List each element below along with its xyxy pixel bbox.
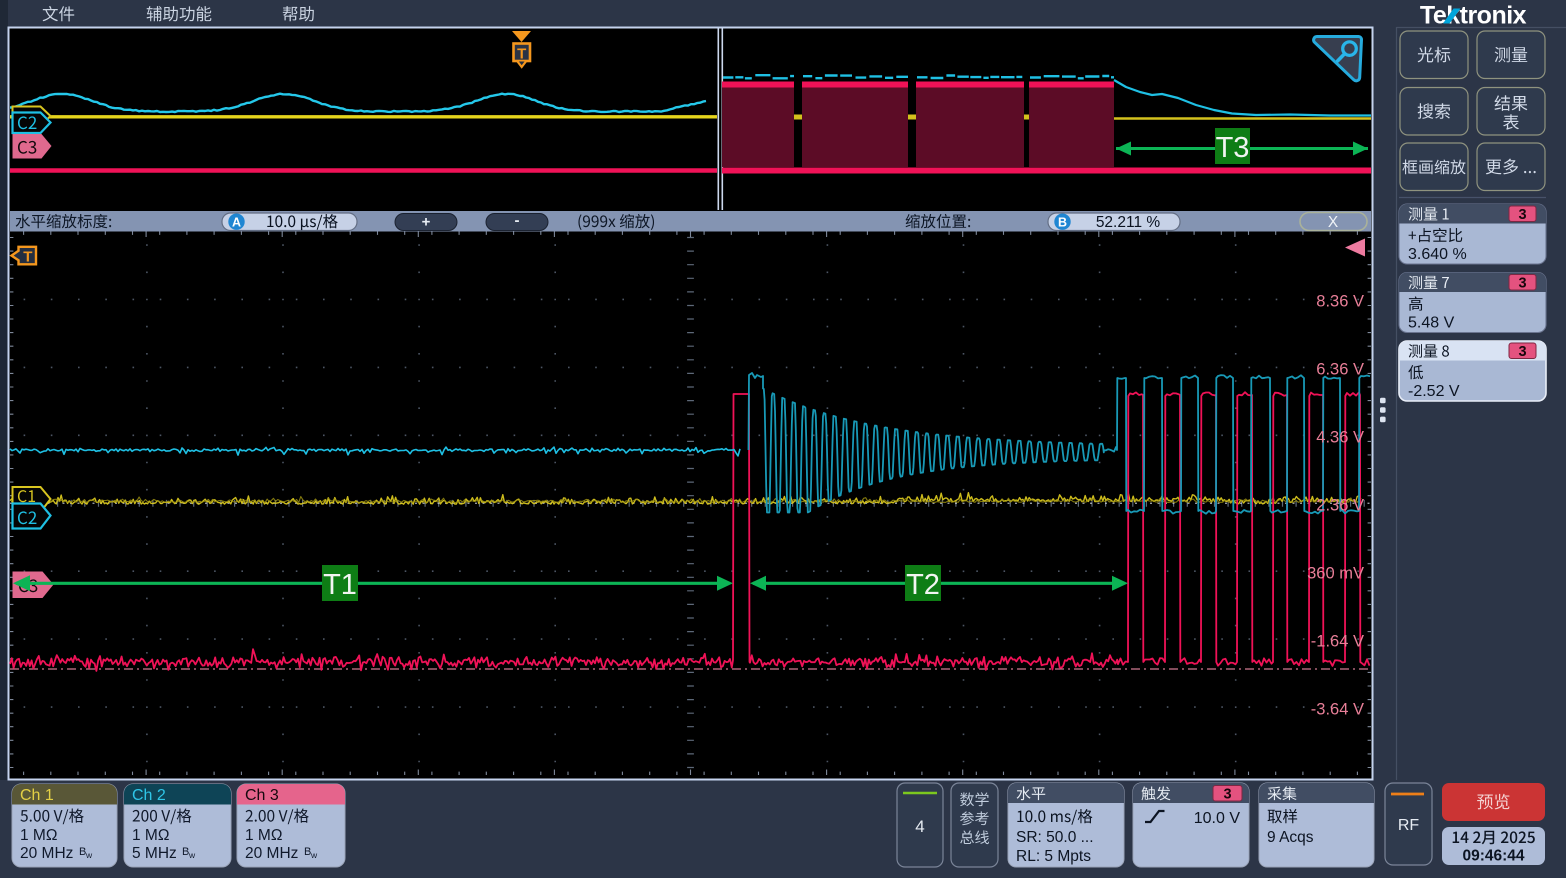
svg-text:-2.52 V: -2.52 V xyxy=(1408,383,1460,400)
svg-text:09:46:44: 09:46:44 xyxy=(1462,848,1524,865)
svg-text:Tektronix: Tektronix xyxy=(1420,2,1527,30)
svg-text:8.36 V: 8.36 V xyxy=(1316,293,1364,311)
svg-text:w: w xyxy=(310,850,318,860)
svg-text:X: X xyxy=(1328,214,1339,231)
svg-text:+: + xyxy=(422,214,431,231)
svg-text:T3: T3 xyxy=(1216,132,1250,164)
svg-text:3: 3 xyxy=(1518,276,1526,292)
svg-text:2.36 V: 2.36 V xyxy=(1316,496,1364,514)
svg-text:A: A xyxy=(232,215,241,229)
svg-text:Ch 1: Ch 1 xyxy=(20,787,54,804)
svg-text:SR: 50.0 ...: SR: 50.0 ... xyxy=(1016,829,1094,846)
svg-text:20 MHz: 20 MHz xyxy=(20,845,73,862)
svg-text:w: w xyxy=(188,850,196,860)
svg-text:Ch 2: Ch 2 xyxy=(132,787,166,804)
svg-text:-3.64 V: -3.64 V xyxy=(1311,700,1364,718)
svg-text:4: 4 xyxy=(915,817,924,836)
svg-text:w: w xyxy=(85,850,93,860)
svg-text:1 MΩ: 1 MΩ xyxy=(20,827,57,844)
svg-text:4.36 V: 4.36 V xyxy=(1316,429,1364,447)
svg-text:5.48 V: 5.48 V xyxy=(1408,315,1455,332)
svg-text:RL: 5 Mpts: RL: 5 Mpts xyxy=(1016,848,1091,865)
svg-text:1 MΩ: 1 MΩ xyxy=(132,827,169,844)
svg-text:3.640 %: 3.640 % xyxy=(1408,246,1467,263)
svg-text:20 MHz: 20 MHz xyxy=(245,845,298,862)
svg-text:3: 3 xyxy=(1223,787,1231,803)
svg-text:T: T xyxy=(23,249,32,266)
svg-text:T1: T1 xyxy=(323,569,357,601)
svg-text:-: - xyxy=(515,212,520,229)
svg-text:10.0 V: 10.0 V xyxy=(1194,810,1241,827)
svg-text:B: B xyxy=(1058,215,1067,229)
svg-text:9 Acqs: 9 Acqs xyxy=(1267,829,1314,846)
svg-text:6.36 V: 6.36 V xyxy=(1316,361,1364,379)
svg-text:3: 3 xyxy=(1518,344,1526,360)
svg-text:52.211 %: 52.211 % xyxy=(1096,214,1161,231)
svg-text:1 MΩ: 1 MΩ xyxy=(245,827,282,844)
svg-text:Ch 3: Ch 3 xyxy=(245,787,279,804)
svg-text:360 mV: 360 mV xyxy=(1307,564,1364,582)
svg-text:RF: RF xyxy=(1398,817,1420,834)
svg-text:5 MHz: 5 MHz xyxy=(132,845,177,862)
svg-text:3: 3 xyxy=(1518,207,1526,223)
svg-text:T: T xyxy=(517,46,526,63)
svg-text:-1.64 V: -1.64 V xyxy=(1311,632,1364,650)
svg-text:T2: T2 xyxy=(906,569,940,601)
